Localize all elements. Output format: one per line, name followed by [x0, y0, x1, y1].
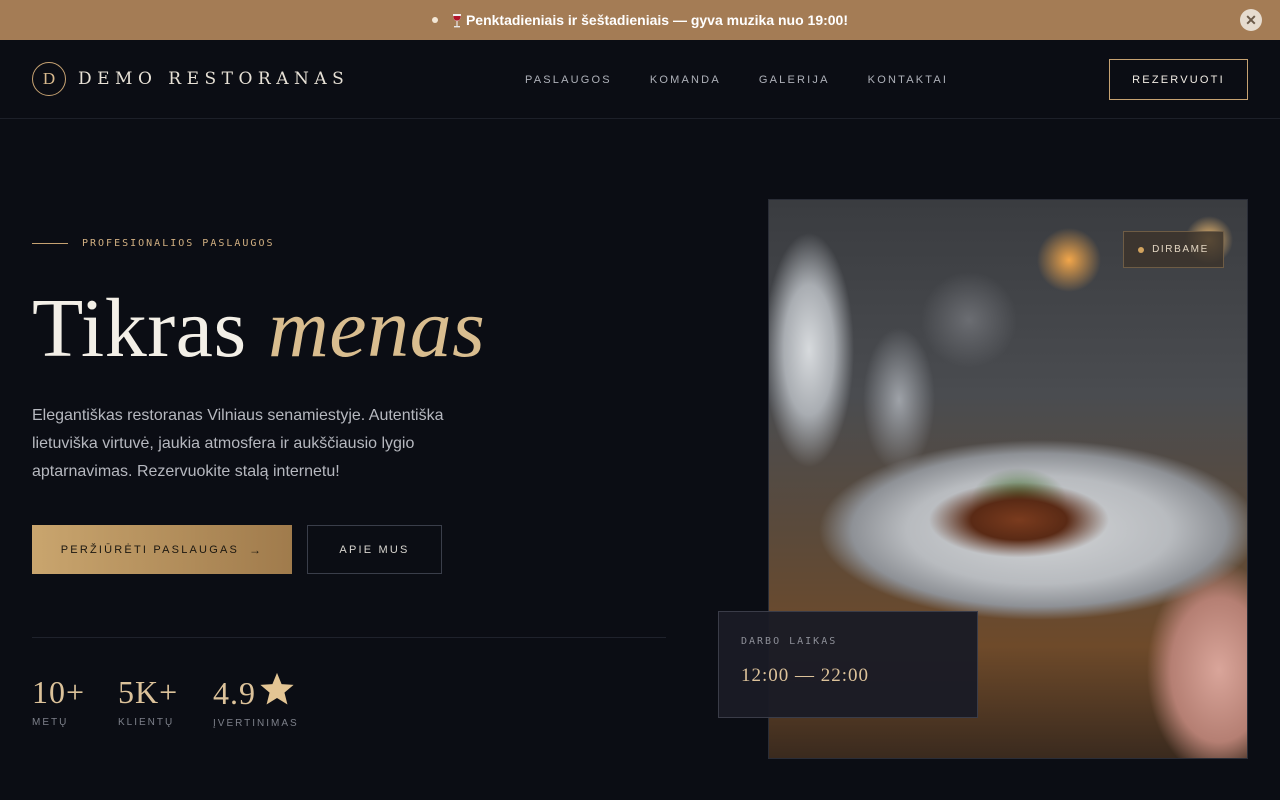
arrow-right-icon: →	[249, 542, 264, 557]
hours-value: 12:00 — 22:00	[741, 665, 870, 686]
hero-description: Elegantiškas restoranas Vilniaus senamie…	[32, 407, 444, 480]
eyebrow-text: PROFESIONALIOS PASLAUGOS	[82, 238, 275, 249]
stat-value: 4.9	[213, 674, 256, 711]
logo-text: DEMO RESTORANAS	[78, 69, 350, 89]
site-header: D DEMO RESTORANAS PASLAUGOS KOMANDA GALE…	[0, 40, 1280, 119]
close-icon[interactable]: ✕	[1240, 9, 1262, 31]
stat-rating-value: 4.9	[213, 672, 299, 712]
hero-eyebrow: PROFESIONALIOS PASLAUGOS	[32, 238, 275, 249]
hero-title: Tikras menas	[32, 280, 485, 377]
open-status-badge: DIRBAME	[1123, 231, 1224, 268]
announcement-text: Penktadieniais ir šeštadieniais — gyva m…	[465, 12, 849, 28]
nav-item-kontaktai[interactable]: KONTAKTAI	[868, 74, 949, 86]
bullet-dot	[431, 17, 438, 23]
status-dot	[1138, 246, 1145, 253]
badge-text: DIRBAME	[1152, 244, 1209, 255]
nav-item-galerija[interactable]: GALERIJA	[759, 74, 830, 86]
about-button[interactable]: APIE MUS	[307, 525, 442, 574]
main-nav: PASLAUGOS KOMANDA GALERIJA KONTAKTAI	[507, 74, 948, 86]
stat-clients: 5K+ KLIENTŲ	[118, 674, 178, 728]
announcement-bar: Penktadieniais ir šeštadieniais — gyva m…	[0, 0, 1280, 40]
logo-mark: D	[32, 62, 66, 96]
opening-hours-card: DARBO LAIKAS 12:00 — 22:00	[718, 611, 978, 718]
star-icon	[260, 672, 294, 705]
view-services-button[interactable]: PERŽIŪRĖTI PASLAUGAS →	[32, 525, 292, 574]
stat-value: 10+	[32, 674, 86, 710]
eyebrow-line	[32, 243, 68, 244]
hero-title-accent: menas	[268, 282, 486, 375]
reserve-button[interactable]: REZERVUOTI	[1109, 59, 1248, 100]
stats-divider	[32, 637, 666, 638]
stat-label: ĮVERTINIMAS	[213, 718, 299, 729]
stat-label: KLIENTŲ	[118, 717, 175, 728]
stat-rating: 4.9 ĮVERTINIMAS	[213, 672, 299, 729]
nav-item-komanda[interactable]: KOMANDA	[650, 74, 721, 86]
stat-label: METŲ	[32, 717, 69, 728]
hours-label: DARBO LAIKAS	[741, 636, 838, 647]
logo[interactable]: D DEMO RESTORANAS	[32, 62, 349, 96]
nav-item-paslaugos[interactable]: PASLAUGOS	[525, 74, 612, 86]
stat-value: 5K+	[118, 674, 179, 710]
stat-years: 10+ METŲ	[32, 674, 85, 728]
wine-glass-icon	[452, 14, 461, 28]
view-services-label: PERŽIŪRĖTI PASLAUGAS	[60, 543, 240, 556]
hero-title-plain: Tikras	[32, 282, 247, 375]
